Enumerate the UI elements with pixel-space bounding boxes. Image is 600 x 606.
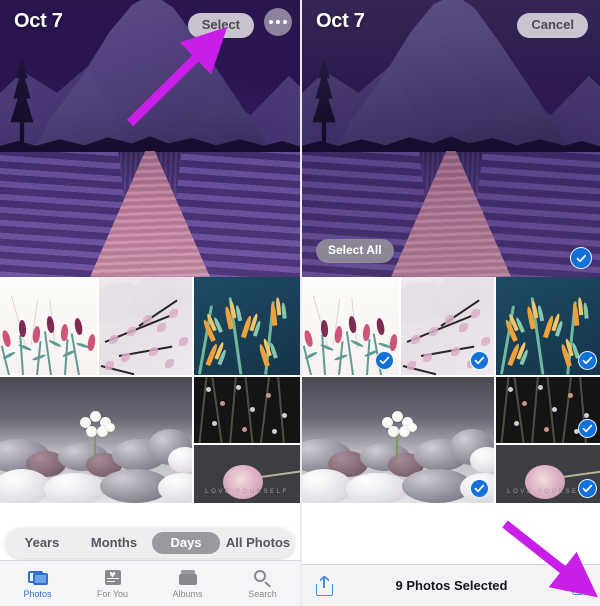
albums-icon [178,569,198,586]
hero-photo-lavender-field-selected[interactable]: Oct 7 Cancel Select All [302,0,600,277]
segment-days[interactable]: Days [152,532,220,554]
tab-photos[interactable]: Photos [0,569,75,599]
cancel-button[interactable]: Cancel [517,13,588,38]
cherry-blossom-art [99,277,192,375]
search-icon [253,569,273,587]
tab-search-label: Search [248,588,277,599]
love-yourself-art: LOVE YOURSELF [194,445,300,503]
photo-cell-stones-flower[interactable] [0,377,192,503]
page-title: Oct 7 [316,10,365,32]
photo-caption: LOVE YOURSELF [205,489,289,495]
selection-check-icon[interactable] [578,479,597,498]
selection-check-icon[interactable] [470,351,489,370]
tab-albums[interactable]: Albums [150,569,225,599]
panel-before: Oct 7 Select LOVE YOURSELF Years Months … [0,0,300,606]
segment-all-photos[interactable]: All Photos [224,532,292,554]
select-button[interactable]: Select [187,13,254,38]
bird-of-paradise-art [194,277,300,375]
selection-check-icon[interactable] [570,247,592,269]
tab-search[interactable]: Search [225,569,300,599]
selection-check-icon[interactable] [578,351,597,370]
selection-check-icon[interactable] [470,479,489,498]
panel-after: Oct 7 Cancel Select All LOVE YOURSELF 9 … [300,0,600,606]
stones-flower-art [302,377,494,503]
select-all-button[interactable]: Select All [316,239,394,263]
selection-check-icon[interactable] [375,351,394,370]
photo-cell-stones-flower[interactable] [302,377,494,503]
photo-cell-bird-of-paradise[interactable] [496,277,600,375]
tab-for-you-label: For You [96,588,129,599]
selection-check-icon[interactable] [578,419,597,438]
photo-cell-dark-botanical[interactable] [194,377,300,443]
segmented-control[interactable]: Years Months Days All Photos [6,528,294,558]
trash-icon[interactable] [569,575,586,596]
tab-albums-label: Albums [172,588,203,599]
photo-cell-love-yourself[interactable]: LOVE YOURSELF [194,445,300,503]
photos-icon [27,569,48,586]
tab-photos-label: Photos [23,588,52,599]
photo-cell-cherry-blossom[interactable] [401,277,494,375]
bloom-stem [259,469,300,478]
lavender-illustration-art [0,277,97,375]
hero-overlay [0,0,300,277]
photo-cell-dark-botanical[interactable] [496,377,600,443]
dark-botanical-art [194,377,300,443]
photo-cell-lavender-illustration[interactable] [0,277,97,375]
segment-months[interactable]: Months [80,532,148,554]
segment-years[interactable]: Years [8,532,76,554]
photo-grid: LOVE YOURSELF [302,277,600,606]
photo-cell-love-yourself[interactable]: LOVE YOURSELF [496,445,600,503]
bloom-stem [561,469,600,478]
hero-photo-lavender-field[interactable]: Oct 7 Select [0,0,300,277]
selection-action-bar: 9 Photos Selected [302,564,600,606]
comparison-screenshot: Oct 7 Select LOVE YOURSELF Years Months … [0,0,600,606]
tab-for-you[interactable]: For You [75,569,150,599]
hero-overlay [302,0,600,277]
photo-cell-lavender-illustration[interactable] [302,277,399,375]
stones-flower-art [0,377,192,503]
tab-bar: Photos For You Albums Search [0,560,300,606]
ellipsis-icon[interactable] [264,8,292,36]
selection-status: 9 Photos Selected [395,578,508,593]
share-icon[interactable] [316,575,333,596]
for-you-icon [103,569,123,586]
photo-cell-cherry-blossom[interactable] [99,277,192,375]
page-title: Oct 7 [14,10,63,32]
photo-cell-bird-of-paradise[interactable] [194,277,300,375]
